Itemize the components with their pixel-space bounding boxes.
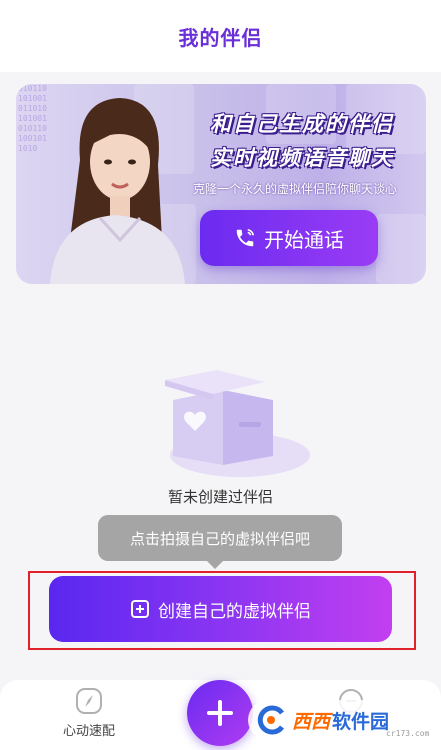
- banner-bg-tile: [376, 214, 426, 284]
- watermark-logo-icon: [257, 705, 285, 735]
- empty-state-text: 暂未创建过伴侣: [167, 488, 273, 506]
- create-companion-label: 创建自己的虚拟伴侣: [158, 601, 311, 622]
- hint-tooltip-text: 点击拍摄自己的虚拟伴侣吧: [129, 529, 310, 548]
- add-button[interactable]: [187, 680, 253, 746]
- start-call-button[interactable]: 开始通话: [200, 210, 378, 266]
- create-companion-button[interactable]: 创建自己的虚拟伴侣: [49, 576, 392, 642]
- watermark-brand2: 软件园: [332, 710, 390, 733]
- watermark-brand1: 西西: [292, 710, 331, 733]
- banner-subtitle: 克隆一个永久的虚拟伴侣陪你聊天谈心: [192, 182, 397, 196]
- tab-match[interactable]: 心动速配: [34, 686, 144, 746]
- start-call-label: 开始通话: [264, 227, 344, 252]
- watermark-url: cr173.com: [386, 729, 430, 738]
- phone-icon: [236, 228, 255, 247]
- banner-headline-line1: 和自己生成的伴侣: [210, 112, 394, 136]
- plus-square-icon: [131, 600, 149, 618]
- tab-match-label: 心动速配: [62, 724, 115, 739]
- promo-banner[interactable]: 0101101010010110101010010101101001011010…: [16, 84, 426, 284]
- compass-icon: [76, 688, 102, 714]
- banner-headline-line2: 实时视频语音聊天: [210, 146, 394, 170]
- empty-box-icon: [165, 370, 310, 477]
- header-bar: 我的伴侣: [0, 0, 441, 72]
- plus-icon: [207, 700, 233, 726]
- page-title: 我的伴侣: [178, 25, 263, 50]
- tooltip-arrow: [207, 561, 223, 569]
- hint-tooltip: 点击拍摄自己的虚拟伴侣吧: [98, 515, 342, 561]
